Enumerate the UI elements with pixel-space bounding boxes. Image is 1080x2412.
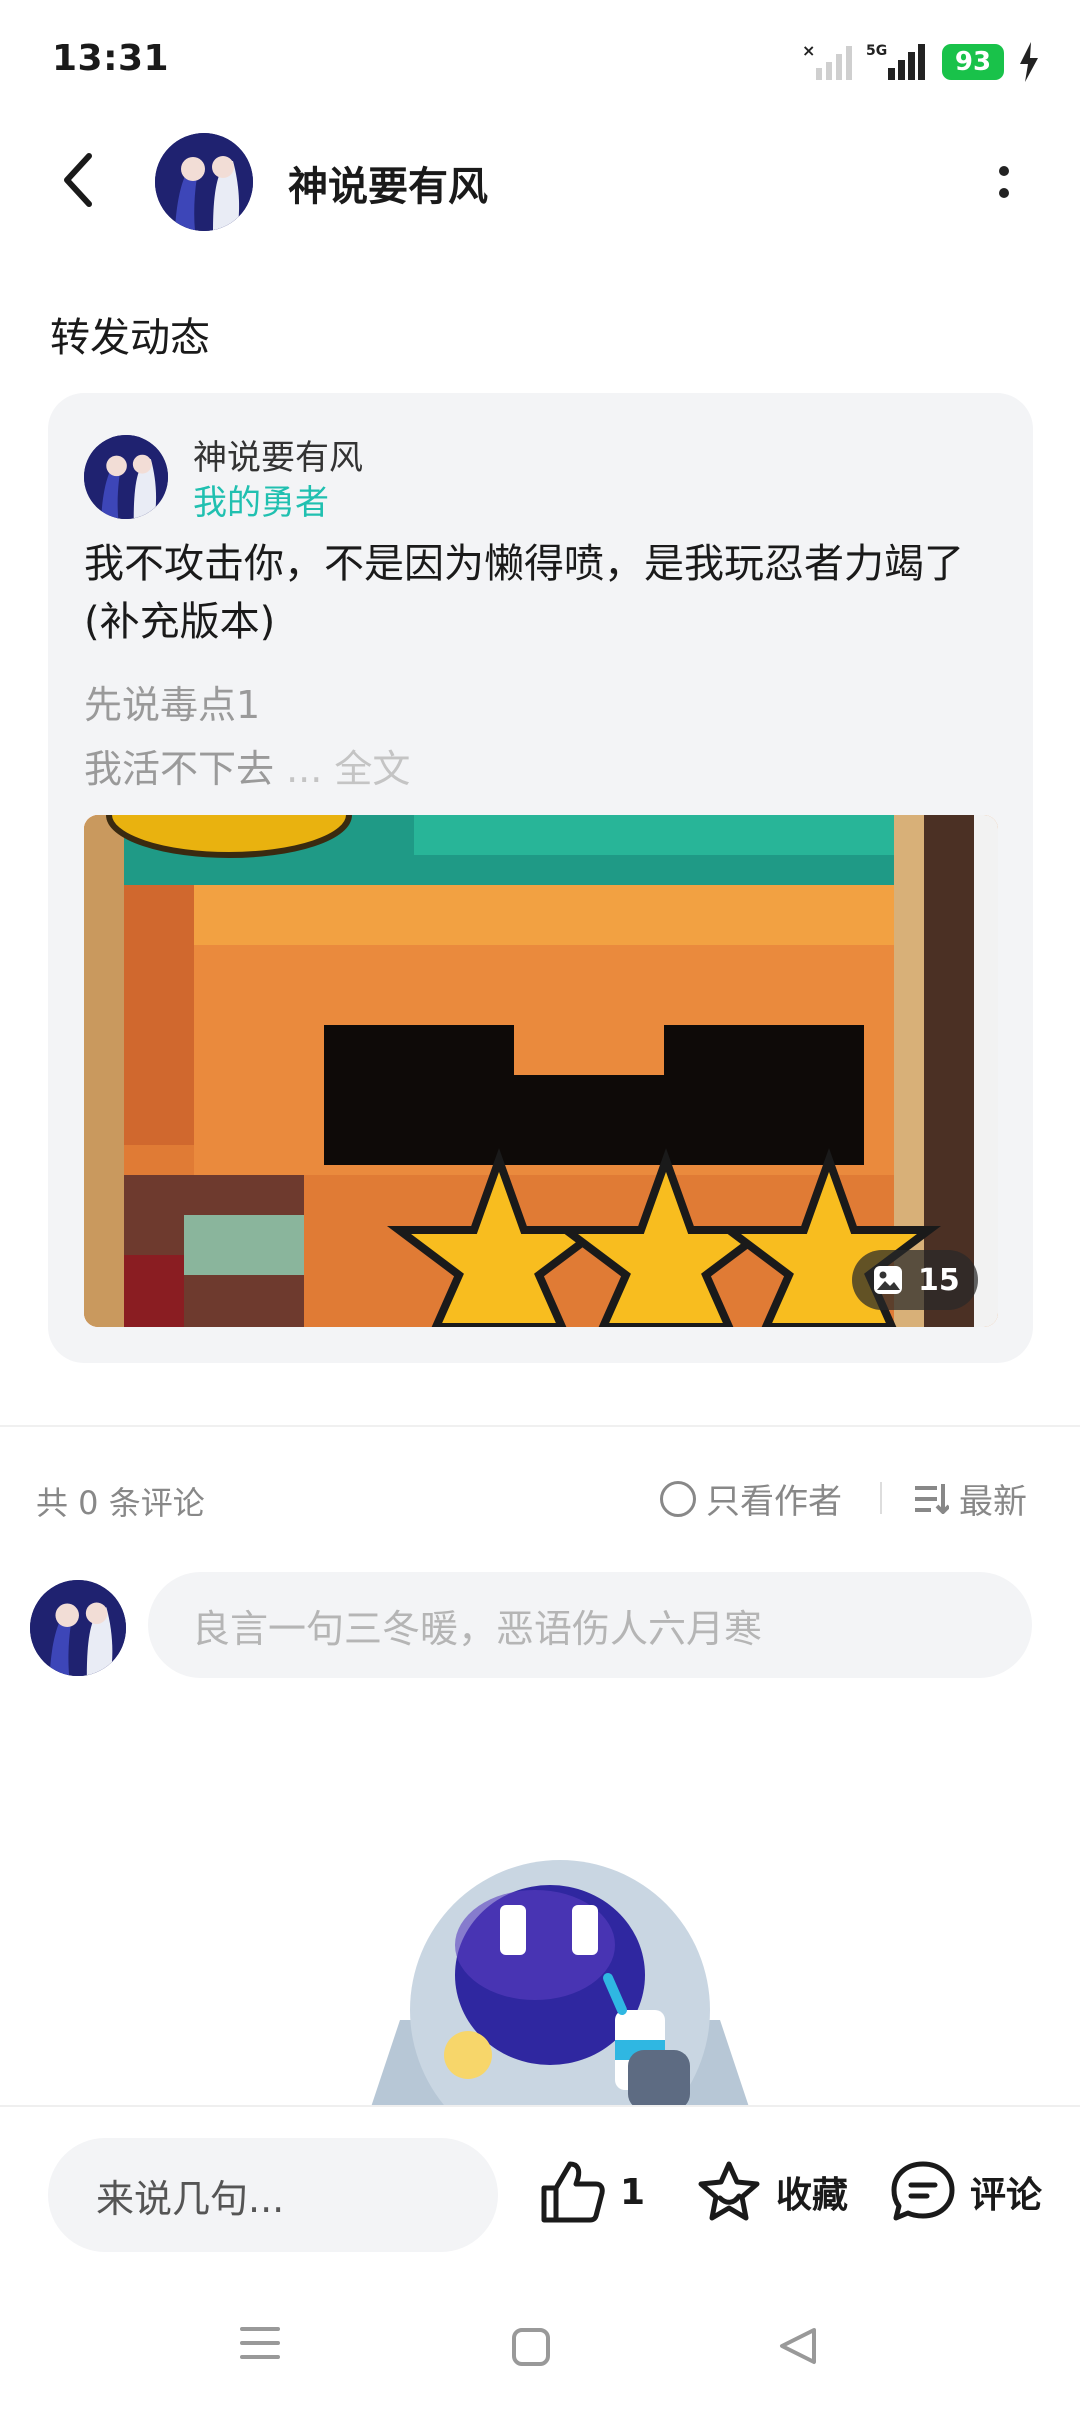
post-author-avatar[interactable]	[84, 435, 168, 519]
status-icons: × 5G 93	[802, 38, 1040, 86]
sort-button[interactable]: 最新	[915, 1474, 1027, 1523]
avatar-image	[155, 133, 253, 231]
game-card-image	[84, 815, 998, 1327]
image-count-badge[interactable]: 15	[852, 1250, 978, 1310]
image-icon	[874, 1266, 902, 1294]
current-user-avatar	[30, 1580, 126, 1676]
post-author-name[interactable]: 神说要有风	[193, 430, 363, 479]
signal-5g-icon: 5G	[866, 43, 925, 80]
star-icon	[698, 2161, 760, 2221]
home-square-icon	[512, 2328, 550, 2366]
reply-input[interactable]: 来说几句...	[48, 2138, 498, 2252]
sort-icon	[915, 1483, 949, 1514]
favorite-button[interactable]: 收藏	[696, 2160, 848, 2224]
like-count: 1	[620, 2171, 646, 2213]
status-time: 13:31	[52, 38, 170, 79]
post-excerpt-line: 我活不下去 ... 全文	[84, 738, 410, 793]
menu-icon	[240, 2327, 280, 2359]
back-button[interactable]	[48, 140, 108, 220]
more-options-icon[interactable]	[984, 150, 1024, 214]
post-excerpt-line: 先说毒点1	[84, 683, 261, 727]
image-count: 15	[918, 1262, 960, 1298]
section-title: 转发动态	[50, 315, 210, 361]
avatar-image	[84, 435, 168, 519]
avatar-image	[30, 1580, 126, 1676]
ellipsis: ...	[274, 747, 335, 791]
sort-label: 最新	[959, 1482, 1027, 1522]
back-triangle-icon	[780, 2328, 816, 2364]
post-game-tag[interactable]: 我的勇者	[193, 475, 329, 524]
comment-input[interactable]: 良言一句三冬暖，恶语伤人六月寒	[148, 1572, 1032, 1678]
thumbs-up-icon	[541, 2161, 605, 2223]
empty-state-mascot	[360, 1850, 760, 2110]
signal-off-icon: ×	[802, 42, 852, 80]
author-only-label: 只看作者	[706, 1482, 842, 1522]
radio-circle-icon	[660, 1480, 696, 1517]
back-arrow-icon	[64, 153, 92, 207]
post-excerpt-text: 我活不下去	[84, 747, 275, 791]
comment-bubble-icon	[891, 2161, 955, 2221]
header-username[interactable]: 神说要有风	[288, 154, 488, 212]
comment-count: 共 0 条评论	[36, 1484, 205, 1522]
post-image[interactable]	[84, 815, 998, 1327]
nav-back-button[interactable]	[778, 2326, 818, 2370]
nav-home-button[interactable]	[512, 2328, 550, 2370]
charging-icon	[1020, 42, 1038, 82]
post-title[interactable]: 我不攻击你，不是因为懒得喷，是我玩忍者力竭了(补充版本)	[84, 535, 984, 651]
network-label: 5G	[866, 43, 887, 59]
nav-recents-button[interactable]	[240, 2325, 280, 2365]
divider	[880, 1482, 882, 1514]
favorite-label: 收藏	[776, 2175, 849, 2216]
like-button[interactable]: 1	[540, 2160, 645, 2224]
author-only-toggle[interactable]: 只看作者	[660, 1474, 842, 1523]
comment-label: 评论	[970, 2175, 1043, 2216]
divider	[0, 1425, 1080, 1427]
svg-text:×: ×	[802, 42, 815, 60]
read-more-link[interactable]: 全文	[334, 747, 410, 791]
header-avatar[interactable]	[155, 133, 253, 231]
battery-indicator: 93	[942, 44, 1004, 80]
comment-button[interactable]: 评论	[890, 2160, 1042, 2224]
